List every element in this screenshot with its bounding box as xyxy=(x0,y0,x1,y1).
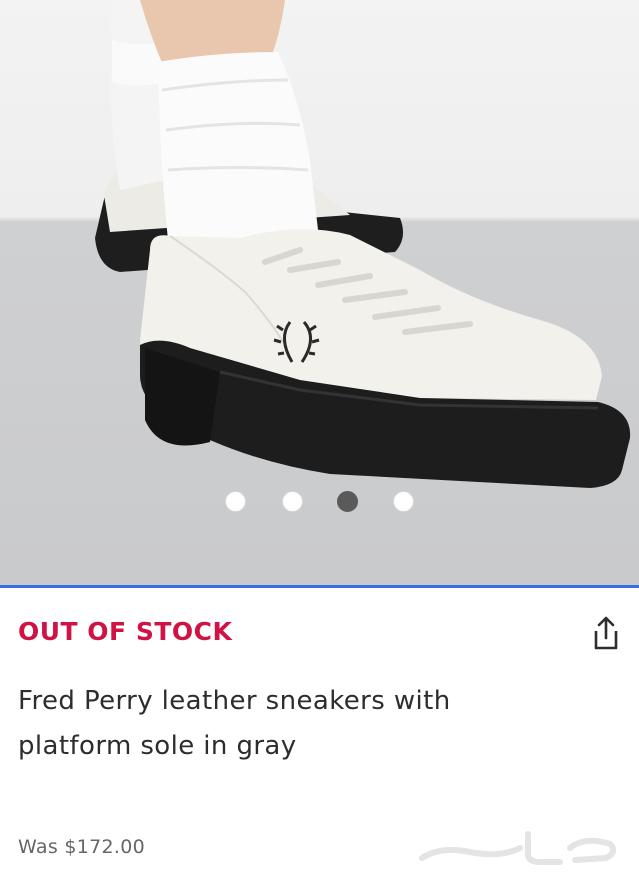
gallery-dot-active[interactable] xyxy=(337,491,358,512)
product-title-line: platform sole in gray xyxy=(18,731,297,761)
product-title: Fred Perry leather sneakers with platfor… xyxy=(18,679,578,769)
gallery-dot[interactable] xyxy=(225,491,246,512)
previous-price: Was $172.00 xyxy=(18,836,146,858)
stock-status: OUT OF STOCK xyxy=(18,617,233,646)
gallery-dot[interactable] xyxy=(282,491,303,512)
gallery-divider xyxy=(0,585,639,588)
gallery-pagination xyxy=(0,491,639,513)
gallery-dot[interactable] xyxy=(393,491,414,512)
share-icon xyxy=(594,616,618,650)
share-button[interactable] xyxy=(588,614,624,652)
product-title-line: Fred Perry leather sneakers with xyxy=(18,686,451,716)
haraj-watermark xyxy=(419,831,617,865)
product-image-gallery[interactable] xyxy=(0,0,639,585)
